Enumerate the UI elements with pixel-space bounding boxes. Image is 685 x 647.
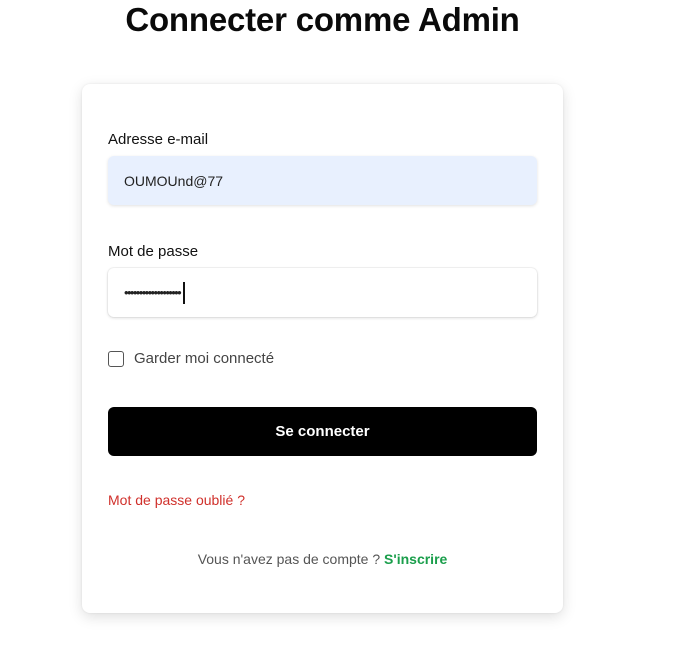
remember-me-checkbox[interactable] (108, 350, 124, 367)
signup-link[interactable]: S'inscrire (384, 551, 447, 567)
login-page: Connecter comme Admin Adresse e-mail Mot… (0, 0, 685, 647)
login-button[interactable]: Se connecter (108, 407, 537, 456)
email-label: Adresse e-mail (108, 131, 209, 148)
email-field[interactable] (108, 156, 537, 205)
signup-row: Vous n'avez pas de compte ? S'inscrire (82, 551, 563, 567)
signup-prompt: Vous n'avez pas de compte ? (197, 551, 385, 567)
page-title: Connecter comme Admin (125, 1, 520, 38)
password-field[interactable]: ••••••••••••••••••• (108, 268, 537, 317)
forgot-password-link[interactable]: Mot de passe oublié ? (108, 492, 245, 508)
remember-me-label[interactable]: Garder moi connecté (134, 350, 274, 367)
password-mask: ••••••••••••••••••• (124, 285, 182, 300)
text-caret (183, 281, 186, 304)
remember-me-row[interactable]: Garder moi connecté (108, 350, 274, 367)
login-card: Adresse e-mail Mot de passe ••••••••••••… (82, 84, 563, 613)
password-label: Mot de passe (108, 243, 199, 260)
